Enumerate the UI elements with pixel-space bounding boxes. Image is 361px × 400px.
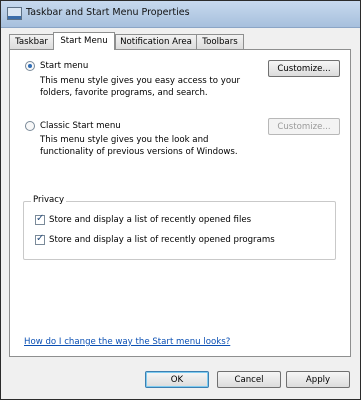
classic-start-menu-radio[interactable] [25, 121, 35, 131]
start-menu-radio[interactable] [25, 61, 35, 71]
start-menu-panel: Start menu This menu style gives you eas… [9, 49, 351, 357]
start-menu-desc-line2: folders, favorite programs, and search. [40, 88, 208, 98]
start-menu-desc-line1: This menu style gives you easy access to… [40, 76, 241, 86]
privacy-group: Privacy Store and display a list of rece… [23, 195, 336, 260]
classic-menu-desc-line1: This menu style gives you the look and [40, 135, 209, 145]
start-menu-customize-button[interactable]: Customize... [268, 60, 340, 77]
recent-files-label[interactable]: Store and display a list of recently ope… [49, 215, 251, 225]
classic-start-menu-label[interactable]: Classic Start menu [40, 121, 121, 131]
cancel-button[interactable]: Cancel [217, 371, 281, 388]
apply-button[interactable]: Apply [286, 371, 350, 388]
title-bar[interactable]: Taskbar and Start Menu Properties [1, 1, 360, 28]
window-title: Taskbar and Start Menu Properties [26, 7, 190, 18]
privacy-group-title: Privacy [31, 195, 67, 205]
classic-menu-desc-line2: functionality of previous versions of Wi… [40, 147, 238, 157]
start-menu-help-link[interactable]: How do I change the way the Start menu l… [24, 337, 230, 347]
recent-files-checkbox[interactable] [35, 213, 45, 225]
tab-notification-area[interactable]: Notification Area [115, 34, 197, 49]
tab-start-menu[interactable]: Start Menu [53, 32, 115, 50]
start-menu-label[interactable]: Start menu [40, 61, 88, 71]
tab-toolbars[interactable]: Toolbars [196, 34, 244, 49]
ok-button[interactable]: OK [145, 371, 209, 388]
classic-menu-customize-button[interactable]: Customize... [268, 118, 340, 135]
tab-taskbar[interactable]: Taskbar [9, 34, 54, 49]
taskbar-icon [7, 7, 22, 20]
properties-dialog: Taskbar and Start Menu Properties Taskba… [0, 0, 361, 400]
recent-programs-label[interactable]: Store and display a list of recently ope… [49, 235, 275, 245]
recent-programs-checkbox[interactable] [35, 233, 45, 245]
